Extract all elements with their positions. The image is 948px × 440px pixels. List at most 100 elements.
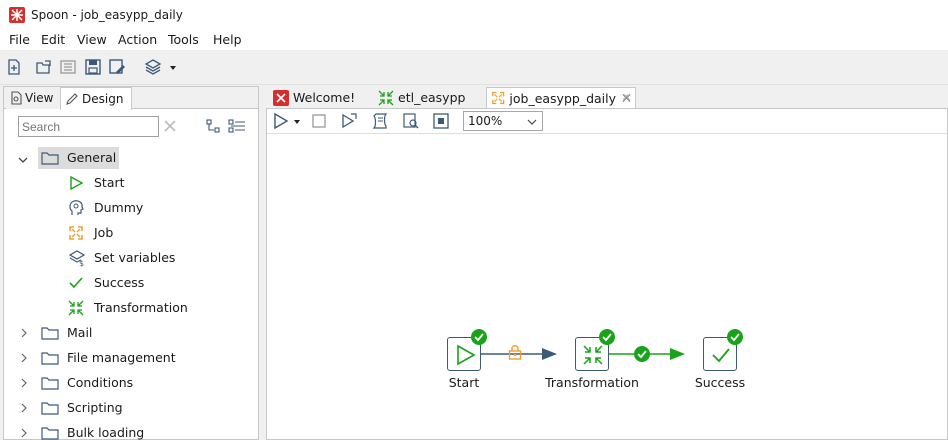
success-badge-icon	[599, 329, 615, 345]
save-as-button[interactable]	[108, 58, 128, 78]
search-input[interactable]	[18, 116, 159, 137]
folder-icon	[41, 152, 59, 165]
chevron-right-icon[interactable]	[19, 378, 29, 388]
open-file-button[interactable]	[35, 58, 55, 78]
tree-category-label: Scripting	[67, 400, 123, 415]
tree-item-success[interactable]: Success	[68, 272, 144, 294]
menu-file[interactable]: File	[9, 32, 30, 48]
editor-area: Welcome! etl_easypp job_easypp_daily 100…	[266, 86, 948, 440]
folder-icon	[41, 427, 59, 440]
replay-button[interactable]	[340, 112, 360, 132]
chevron-right-icon[interactable]	[19, 403, 29, 413]
left-panel: View Design General Start Dummy Job $ Se…	[3, 86, 259, 440]
menu-view[interactable]: View	[77, 32, 107, 48]
tree-item-dummy[interactable]: Dummy	[68, 197, 143, 219]
close-tab-icon[interactable]	[622, 93, 631, 103]
stop-button[interactable]	[310, 112, 330, 132]
tab-design-label: Design	[82, 92, 124, 106]
play-icon	[274, 112, 289, 130]
chevron-right-icon[interactable]	[19, 328, 29, 338]
main-toolbar	[0, 50, 948, 85]
tree-category-label: File management	[67, 350, 176, 365]
tree-category-conditions[interactable]: Conditions	[41, 372, 133, 394]
chevron-right-icon[interactable]	[19, 428, 29, 438]
menu-help[interactable]: Help	[213, 32, 242, 48]
tree-item-label: Set variables	[94, 250, 176, 265]
chevron-down-icon	[527, 119, 537, 125]
explore-repository-button[interactable]	[59, 58, 79, 78]
folder-icon	[41, 327, 59, 340]
sql-button[interactable]	[432, 112, 452, 132]
lock-icon	[508, 345, 522, 360]
stop-icon	[312, 114, 326, 128]
zoom-value: 100%	[468, 114, 503, 128]
tree-item-start[interactable]: Start	[68, 172, 125, 194]
tree-category-bulk-loading[interactable]: Bulk loading	[41, 422, 144, 440]
transformation-icon	[583, 345, 603, 365]
run-dropdown[interactable]	[292, 112, 302, 132]
job-entry-label: Start	[448, 375, 480, 390]
clear-search-icon[interactable]	[162, 118, 178, 134]
chevron-right-icon[interactable]	[19, 353, 29, 363]
tree-item-set-variables[interactable]: $ Set variables	[68, 247, 175, 269]
pencil-icon	[66, 93, 78, 105]
job-canvas[interactable]: Start Transformation Success	[267, 134, 947, 439]
perspective-dropdown[interactable]	[168, 58, 180, 78]
tree-item-transformation[interactable]: Transformation	[68, 297, 188, 319]
grid-icon	[433, 113, 449, 129]
job-entry-label: Transformation	[545, 375, 639, 390]
start-icon	[457, 344, 476, 366]
collapse-all-icon[interactable]	[206, 119, 222, 133]
layers-icon	[144, 59, 162, 75]
search-document-icon	[403, 113, 419, 129]
tree-category-label: Conditions	[67, 375, 134, 390]
tree-category-general[interactable]: General	[38, 147, 120, 169]
tab-etl-easypp[interactable]: etl_easypp	[374, 87, 486, 108]
chevron-down-icon[interactable]	[18, 155, 28, 165]
editor-tab-strip: Welcome! etl_easypp job_easypp_daily	[266, 86, 948, 108]
zoom-select[interactable]: 100%	[463, 111, 543, 131]
start-icon	[70, 175, 84, 191]
svg-text:$: $	[79, 259, 84, 267]
tree-item-label: Job	[94, 225, 114, 240]
canvas-toolbar: 100%	[267, 109, 947, 134]
tab-label: etl_easypp	[398, 90, 466, 105]
view-icon	[11, 91, 22, 105]
open-folder-icon	[36, 60, 51, 74]
tree-item-label: Start	[94, 175, 125, 190]
window-title: Spoon - job_easypp_daily	[31, 8, 183, 22]
tab-welcome[interactable]: Welcome!	[269, 87, 374, 108]
success-icon	[712, 348, 730, 363]
menu-action[interactable]: Action	[118, 32, 157, 48]
menu-tools[interactable]: Tools	[168, 32, 199, 48]
tree-category-mail[interactable]: Mail	[41, 322, 92, 344]
tab-design[interactable]: Design	[60, 87, 132, 110]
tree-item-label: Dummy	[94, 200, 144, 215]
welcome-icon	[273, 89, 289, 106]
save-button[interactable]	[84, 58, 104, 78]
check-icon	[634, 346, 650, 362]
tab-view[interactable]: View	[6, 87, 60, 109]
menu-edit[interactable]: Edit	[41, 32, 65, 48]
tree-category-file-management[interactable]: File management	[41, 347, 176, 369]
tree-item-job[interactable]: Job	[68, 222, 113, 244]
repository-icon	[60, 60, 76, 74]
tree-item-label: Transformation	[94, 300, 188, 315]
success-icon	[69, 277, 83, 289]
expand-all-icon[interactable]	[228, 119, 246, 133]
perspective-button[interactable]	[144, 58, 164, 78]
title-bar: Spoon - job_easypp_daily	[0, 0, 948, 30]
run-button[interactable]	[272, 112, 292, 132]
job-entry-label: Success	[694, 375, 746, 390]
tab-job-easypp-daily[interactable]: job_easypp_daily	[486, 87, 636, 108]
check-button[interactable]	[371, 112, 391, 132]
impact-button[interactable]	[402, 112, 422, 132]
tree-category-label: Bulk loading	[67, 425, 145, 440]
tree-category-scripting[interactable]: Scripting	[41, 397, 123, 419]
save-as-icon	[109, 59, 125, 74]
new-file-button[interactable]	[5, 58, 25, 78]
caret-down-icon	[170, 66, 176, 70]
job-canvas-frame: 100% Start Transformation Success	[266, 108, 948, 440]
transformation-icon	[68, 300, 84, 316]
folder-icon	[41, 352, 59, 365]
